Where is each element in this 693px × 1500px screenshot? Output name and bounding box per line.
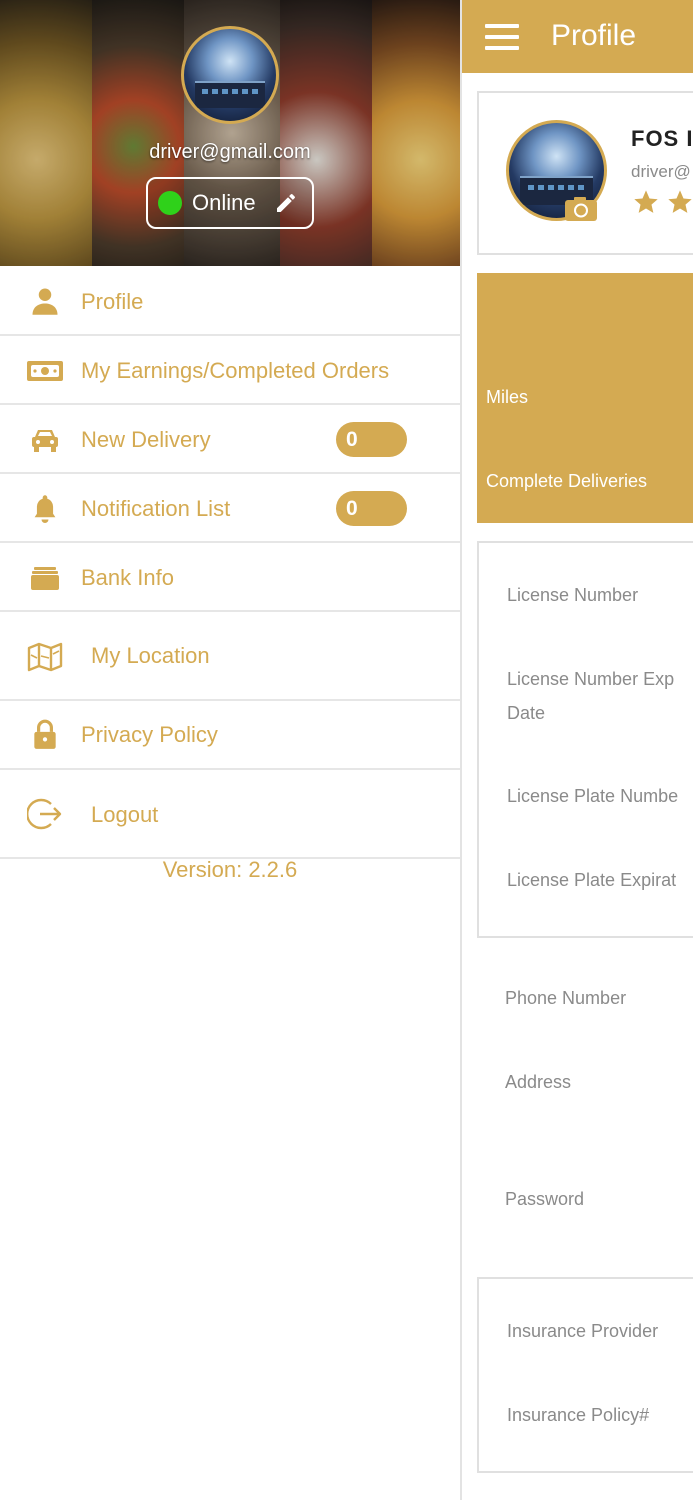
car-icon: [26, 423, 64, 457]
menu-label-new-delivery: New Delivery: [81, 427, 211, 452]
map-icon: [26, 640, 64, 674]
lock-icon: [26, 717, 64, 751]
address-field[interactable]: Address: [505, 1065, 693, 1099]
menu-item-earnings[interactable]: My Earnings/Completed Orders: [0, 336, 460, 405]
license-number-field[interactable]: License Number: [507, 578, 693, 612]
star-icon: [634, 190, 658, 213]
profile-email: driver@: [631, 162, 691, 181]
pencil-icon[interactable]: [274, 191, 298, 215]
stats-panel: Miles Complete Deliveries: [477, 273, 693, 523]
license-expiry-field[interactable]: License Number Exp Date: [507, 662, 693, 730]
menu-label-profile: Profile: [81, 289, 144, 314]
menu-label-earnings: My Earnings/Completed Orders: [81, 358, 390, 383]
license-plate-expiry-field[interactable]: License Plate Expirat: [507, 863, 693, 897]
logout-icon: [26, 797, 64, 831]
menu-item-my-location[interactable]: My Location: [0, 612, 460, 701]
menu-item-privacy-policy[interactable]: Privacy Policy: [0, 701, 460, 770]
money-icon: [26, 354, 64, 388]
profile-card: FOS I driver@: [477, 91, 693, 255]
page-title: Profile: [551, 19, 637, 52]
menu-icon[interactable]: [485, 24, 519, 50]
menu-label-privacy-policy: Privacy Policy: [81, 722, 218, 747]
password-field[interactable]: Password: [505, 1182, 693, 1216]
online-status-dot: [158, 191, 182, 215]
license-plate-number-field[interactable]: License Plate Numbe: [507, 779, 693, 813]
insurance-policy-field[interactable]: Insurance Policy#: [507, 1398, 693, 1432]
rating-stars: [631, 188, 693, 216]
menu-item-notifications[interactable]: Notification List 0: [0, 474, 460, 543]
drawer-menu: Profile My Earnings/Completed Orders New…: [0, 266, 460, 859]
contact-section: Phone Number Address Password: [477, 956, 693, 1256]
app-bar: Profile: [462, 0, 693, 73]
complete-deliveries-label: Complete Deliveries: [486, 471, 648, 491]
new-delivery-count-badge: 0: [336, 422, 407, 457]
profile-screen: Profile FOS I driver@ Miles Complete Del…: [460, 0, 693, 1500]
menu-item-logout[interactable]: Logout: [0, 770, 460, 859]
camera-icon[interactable]: [564, 196, 598, 222]
bell-icon: [26, 491, 64, 525]
menu-label-my-location: My Location: [91, 643, 210, 668]
notification-count-badge: 0: [336, 491, 407, 526]
navigation-drawer: driver@gmail.com Online Profile My Earni…: [0, 0, 460, 1500]
status-label: Online: [192, 190, 256, 215]
menu-label-notifications: Notification List: [81, 496, 231, 521]
app-version: Version: 2.2.6: [162, 857, 298, 882]
menu-label-bank-info: Bank Info: [81, 565, 174, 590]
license-section: License Number License Number Exp Date L…: [477, 541, 693, 938]
driver-avatar[interactable]: [181, 26, 279, 124]
person-icon: [26, 284, 64, 318]
menu-label-logout: Logout: [91, 802, 159, 827]
status-toggle[interactable]: Online: [146, 177, 314, 229]
drawer-header: driver@gmail.com Online: [0, 0, 460, 266]
menu-item-new-delivery[interactable]: New Delivery 0: [0, 405, 460, 474]
wallet-icon: [26, 561, 64, 595]
menu-item-bank-info[interactable]: Bank Info: [0, 543, 460, 612]
phone-number-field[interactable]: Phone Number: [505, 981, 693, 1015]
star-icon: [668, 190, 692, 213]
insurance-provider-field[interactable]: Insurance Provider: [507, 1314, 693, 1348]
insurance-section: Insurance Provider Insurance Policy#: [477, 1277, 693, 1473]
menu-item-profile[interactable]: Profile: [0, 266, 460, 336]
profile-name: FOS I: [631, 126, 693, 151]
driver-email: driver@gmail.com: [149, 141, 311, 163]
miles-label: Miles: [486, 387, 529, 407]
